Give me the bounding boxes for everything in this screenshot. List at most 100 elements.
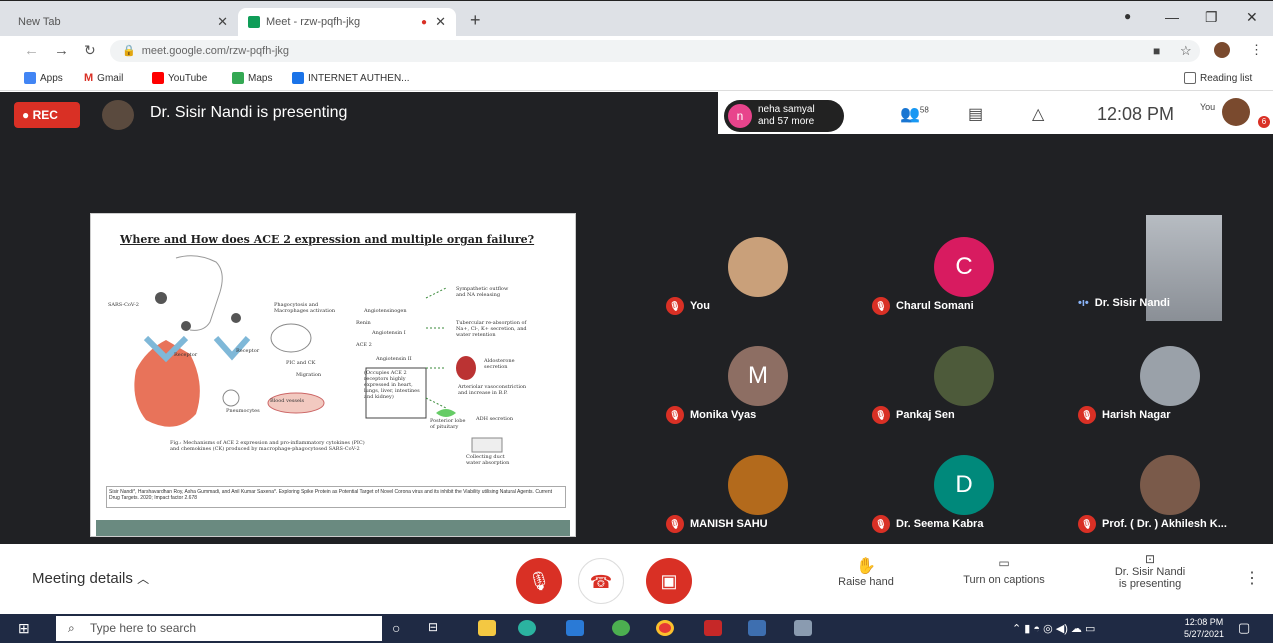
raise-hand-button[interactable]: ✋ Raise hand xyxy=(826,556,906,588)
chip-line1: neha samyal xyxy=(758,104,815,115)
app-icon[interactable] xyxy=(794,620,812,636)
presentation-status-button[interactable]: ⊡ Dr. Sisir Nandi is presenting xyxy=(1100,552,1200,590)
store-icon[interactable] xyxy=(566,620,584,636)
participant-tile[interactable]: 🎙 Harish Nagar xyxy=(1070,324,1270,428)
participant-count: 58 xyxy=(919,105,929,115)
forward-icon[interactable]: → xyxy=(54,42,69,59)
participant-name: Charul Somani xyxy=(896,300,974,312)
system-tray-icons[interactable]: ⌃ ▮ ◓ ◎ ◀) ☁ ▭ xyxy=(1012,622,1095,635)
participant-name-row: 🎙 You xyxy=(666,297,710,315)
virus-icon xyxy=(181,321,191,331)
bookmark-gmail[interactable]: M Gmail xyxy=(84,72,123,84)
mic-off-icon: 🎙 xyxy=(1078,515,1096,533)
photos-icon[interactable] xyxy=(748,620,766,636)
bookmark-internet[interactable]: INTERNET AUTHEN... xyxy=(292,72,410,84)
slide-label: Aldosterone secretion xyxy=(484,358,515,370)
speaking-icon: •ı• xyxy=(1078,297,1089,309)
slide-label: ADH secretion xyxy=(476,416,514,422)
presenting-line2: is presenting xyxy=(1118,578,1182,590)
avatar[interactable] xyxy=(1214,42,1230,58)
slide-label: SARS-CoV-2 xyxy=(108,302,139,308)
star-icon[interactable]: ☆ xyxy=(1180,43,1192,59)
leave-call-button[interactable]: ☎ xyxy=(578,558,624,604)
virus-icon xyxy=(155,292,167,304)
participant-name: Dr. Sisir Nandi xyxy=(1094,297,1170,309)
restore-button[interactable]: ❐ xyxy=(1205,9,1218,26)
participant-name-row: 🎙 Prof. ( Dr. ) Akhilesh K... xyxy=(1078,515,1227,533)
participant-avatar: n xyxy=(728,104,752,128)
tab-title: Meet - rzw-pqfh-jkg xyxy=(266,16,361,28)
close-tab-icon[interactable]: ✕ xyxy=(217,14,228,30)
file-explorer-icon[interactable] xyxy=(478,620,496,636)
url-field[interactable]: 🔒 meet.google.com/rzw-pqfh-jkg xyxy=(110,40,1200,62)
taskbar-date: 5/27/2021 xyxy=(1184,629,1225,639)
participant-name-row: 🎙 Monika Vyas xyxy=(666,406,756,424)
people-icon[interactable]: 👥58 xyxy=(900,104,929,124)
captions-button[interactable]: ▭ Turn on captions xyxy=(950,556,1058,586)
chat-icon[interactable]: ▤ xyxy=(968,104,983,124)
participants-chip[interactable]: n neha samyal and 57 more xyxy=(724,100,844,132)
cortana-icon[interactable]: ○ xyxy=(392,620,410,636)
participant-tile[interactable]: D 🎙 Dr. Seema Kabra xyxy=(864,433,1064,537)
head-outline xyxy=(175,255,223,331)
more-options-icon[interactable]: ⋮ xyxy=(1244,568,1260,588)
chrome-icon[interactable] xyxy=(656,620,674,636)
search-placeholder: Type here to search xyxy=(90,621,197,635)
mic-off-icon: 🎙 xyxy=(666,297,684,315)
avatar: C xyxy=(934,237,994,297)
avatar[interactable] xyxy=(1222,98,1250,126)
edge-icon[interactable] xyxy=(518,620,536,636)
pituitary-shape xyxy=(436,409,456,417)
participant-name: Prof. ( Dr. ) Akhilesh K... xyxy=(1102,518,1227,530)
task-view-icon[interactable]: ⊟ xyxy=(428,620,446,636)
notification-icon[interactable]: ▢ xyxy=(1238,620,1250,636)
back-icon[interactable]: ← xyxy=(24,42,39,59)
virus-icon xyxy=(231,313,241,323)
participant-tile[interactable]: M 🎙 Monika Vyas xyxy=(658,324,858,428)
avatar: D xyxy=(934,455,994,515)
profile-icon[interactable]: ● xyxy=(1124,9,1131,23)
bookmark-youtube[interactable]: YouTube xyxy=(152,72,207,84)
you-label: You xyxy=(1200,102,1216,112)
bookmark-apps[interactable]: Apps xyxy=(24,72,63,84)
raise-hand-label: Raise hand xyxy=(838,576,894,588)
tab-new-tab[interactable]: New Tab ✕ xyxy=(8,8,238,36)
microphone-toggle-button[interactable]: 🎙 xyxy=(516,558,562,604)
participant-tile[interactable]: 🎙 Prof. ( Dr. ) Akhilesh K... xyxy=(1070,433,1270,537)
slide-label: (Occupies ACE 2 receptors highly express… xyxy=(364,370,420,400)
pathway-arrows xyxy=(425,287,447,409)
participant-tile[interactable]: 🎙 MANISH SAHU xyxy=(658,433,858,537)
close-window-button[interactable]: ✕ xyxy=(1246,9,1258,26)
slide-footer-strip xyxy=(96,520,570,536)
camera-toggle-button[interactable]: ▣ xyxy=(646,558,692,604)
close-tab-icon[interactable]: ✕ xyxy=(435,14,446,30)
windows-start-icon[interactable]: ⊞ xyxy=(18,620,30,637)
bookmark-maps[interactable]: Maps xyxy=(232,72,272,84)
rec-label: REC xyxy=(32,108,58,122)
participant-tile[interactable]: 🎙 Pankaj Sen xyxy=(864,324,1064,428)
meeting-details-button[interactable]: Meeting details ︿ xyxy=(32,570,149,587)
avatar: M xyxy=(728,346,788,406)
reading-list-button[interactable]: Reading list xyxy=(1184,72,1252,84)
activities-icon[interactable]: △ xyxy=(1032,104,1044,124)
minimize-button[interactable]: — xyxy=(1165,9,1179,25)
bookmark-label: YouTube xyxy=(168,72,208,84)
present-icon: ⊡ xyxy=(1144,552,1156,566)
participant-name-row: •ı• Dr. Sisir Nandi xyxy=(1078,297,1170,309)
participant-tile[interactable]: •ı• Dr. Sisir Nandi xyxy=(1070,215,1270,321)
hang-up-icon: ☎ xyxy=(589,572,613,592)
reload-icon[interactable]: ↻ xyxy=(84,42,96,59)
acrobat-icon[interactable] xyxy=(704,620,722,636)
tab-meet[interactable]: Meet - rzw-pqfh-jkg ● ✕ xyxy=(238,8,456,36)
menu-icon[interactable]: ⋮ xyxy=(1250,42,1263,58)
slide-label: Sympathetic outflow and NA releasing xyxy=(456,286,509,298)
internet-auth-icon xyxy=(292,72,304,84)
camera-icon[interactable]: ■ xyxy=(1153,44,1160,58)
taskbar-search-input[interactable]: ⌕ Type here to search xyxy=(56,616,382,641)
new-tab-button[interactable]: + xyxy=(470,10,481,31)
participant-tile[interactable]: C 🎙 Charul Somani xyxy=(864,215,1064,319)
taskbar-clock[interactable]: 12:08 PM 5/27/2021 xyxy=(1184,616,1224,640)
slide-label: Angiotensin II xyxy=(376,356,412,362)
participant-tile[interactable]: 🎙 You xyxy=(658,215,858,319)
app-icon[interactable] xyxy=(612,620,630,636)
